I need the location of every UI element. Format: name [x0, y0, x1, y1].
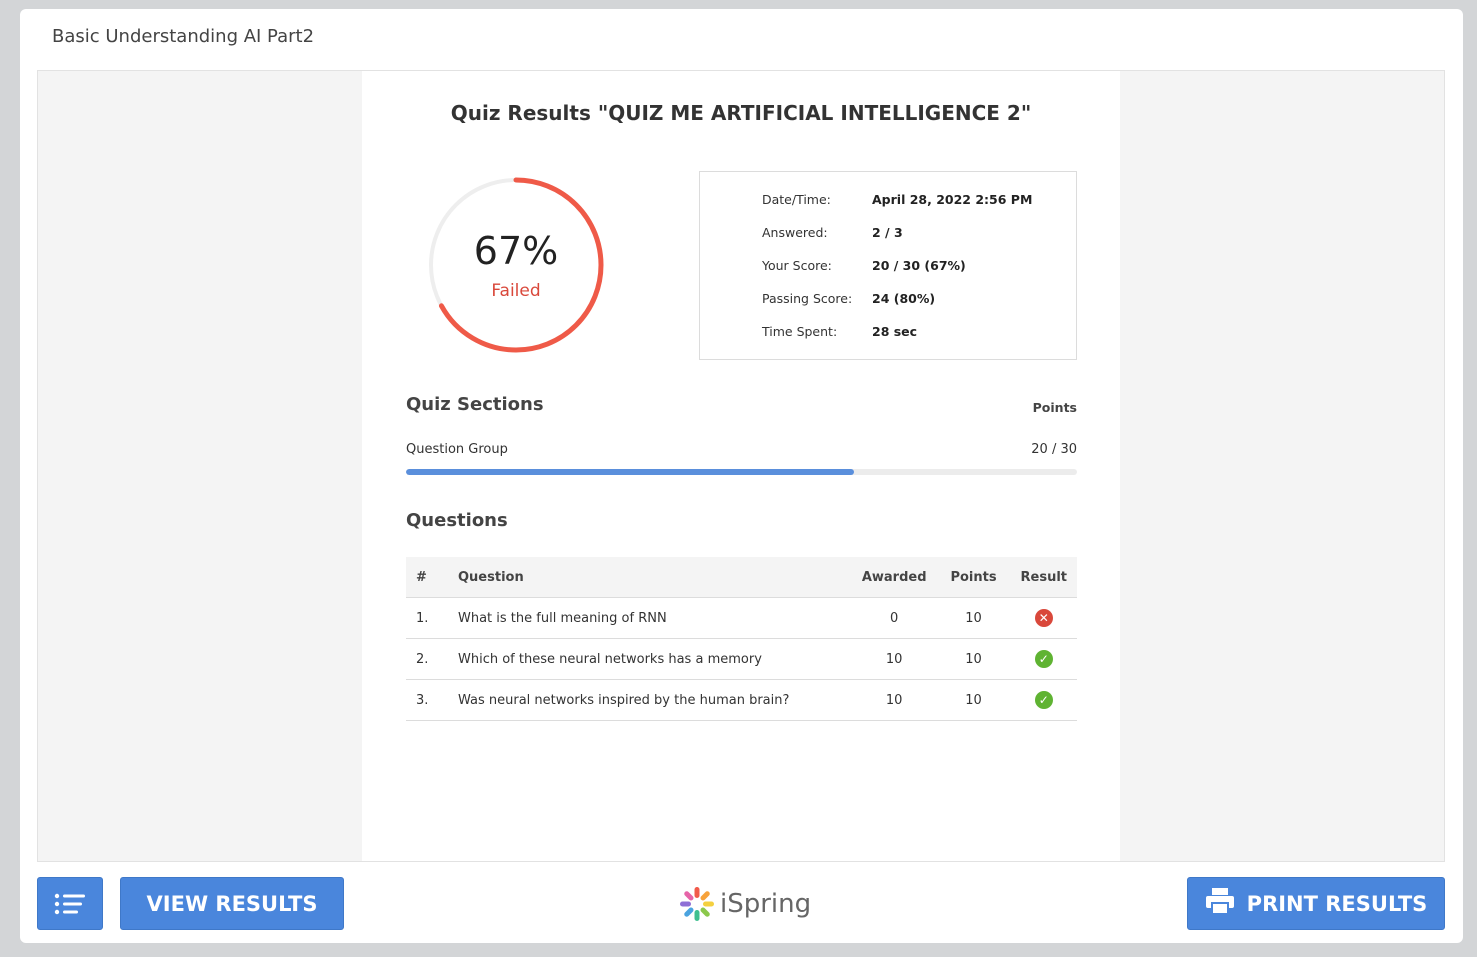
- table-row: 3. Was neural networks inspired by the h…: [406, 679, 1077, 721]
- table-header-row: # Question Awarded Points Result: [406, 557, 1077, 598]
- printer-icon: [1205, 887, 1235, 920]
- ispring-flower-icon: [680, 887, 714, 921]
- correct-icon: ✓: [1034, 691, 1053, 709]
- pass-status: Failed: [491, 281, 541, 301]
- question-text: What is the full meaning of RNN: [448, 597, 852, 639]
- question-awarded: 10: [851, 638, 937, 680]
- detail-value: 20 / 30 (67%): [872, 258, 966, 273]
- view-results-button[interactable]: VIEW RESULTS: [120, 877, 344, 930]
- question-number: 1.: [406, 597, 448, 639]
- ispring-logo: iSpring: [678, 885, 811, 923]
- results-slide: Quiz Results "QUIZ ME ARTIFICIAL INTELLI…: [362, 71, 1120, 861]
- question-number: 3.: [406, 679, 448, 721]
- incorrect-icon: ✕: [1034, 609, 1053, 627]
- detail-value: April 28, 2022 2:56 PM: [872, 192, 1033, 207]
- question-awarded: 0: [851, 597, 937, 639]
- col-num: #: [406, 557, 448, 598]
- course-title: Basic Understanding AI Part2: [52, 26, 315, 47]
- detail-label: Time Spent:: [762, 324, 838, 339]
- detail-value: 2 / 3: [872, 225, 903, 240]
- questions-table: # Question Awarded Points Result 1. What…: [406, 557, 1077, 721]
- col-points: Points: [936, 557, 1011, 598]
- player-window: Basic Understanding AI Part2 Quiz Result…: [20, 9, 1463, 943]
- table-row: 1. What is the full meaning of RNN 0 10 …: [406, 597, 1077, 639]
- question-group-score: 20 / 30: [1031, 442, 1077, 457]
- list-icon: [54, 893, 85, 914]
- ispring-logo-text: iSpring: [720, 889, 812, 919]
- question-group-progress: [406, 469, 1077, 475]
- question-text: Was neural networks inspired by the huma…: [448, 679, 852, 721]
- print-results-button[interactable]: PRINT RESULTS: [1187, 877, 1445, 930]
- question-group-progress-fill: [406, 469, 854, 475]
- correct-icon: ✓: [1034, 650, 1053, 668]
- print-results-label: PRINT RESULTS: [1246, 891, 1428, 916]
- slide-stage: Quiz Results "QUIZ ME ARTIFICIAL INTELLI…: [37, 70, 1445, 862]
- detail-value: 24 (80%): [872, 291, 936, 306]
- detail-label: Date/Time:: [762, 192, 831, 207]
- question-points: 10: [936, 638, 1011, 680]
- detail-label: Passing Score:: [762, 291, 853, 306]
- question-number: 2.: [406, 638, 448, 680]
- quiz-sections-heading: Quiz Sections: [406, 394, 544, 415]
- question-points: 10: [936, 679, 1011, 721]
- points-heading: Points: [1032, 400, 1077, 415]
- col-awarded: Awarded: [851, 557, 937, 598]
- quiz-results-title: Quiz Results "QUIZ ME ARTIFICIAL INTELLI…: [450, 101, 1032, 125]
- question-awarded: 10: [851, 679, 937, 721]
- questions-heading: Questions: [406, 510, 508, 531]
- question-points: 10: [936, 597, 1011, 639]
- score-percent: 67%: [473, 229, 559, 273]
- col-result: Result: [1010, 557, 1077, 598]
- table-row: 2. Which of these neural networks has a …: [406, 638, 1077, 680]
- question-group-name: Question Group: [406, 442, 508, 457]
- question-text: Which of these neural networks has a mem…: [448, 638, 852, 680]
- detail-label: Answered:: [762, 225, 828, 240]
- outline-menu-button[interactable]: [37, 877, 103, 930]
- col-question: Question: [448, 557, 852, 598]
- result-details-box: Date/Time: April 28, 2022 2:56 PM Answer…: [699, 171, 1077, 360]
- detail-label: Your Score:: [762, 258, 832, 273]
- detail-value: 28 sec: [872, 324, 918, 339]
